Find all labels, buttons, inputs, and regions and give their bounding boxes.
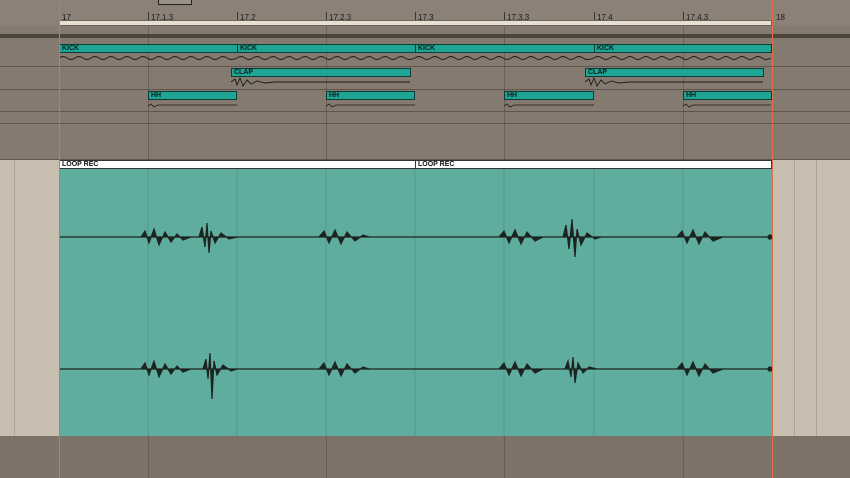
lane-divider (0, 89, 850, 90)
lane-divider (0, 123, 850, 124)
hh-waveform (148, 103, 771, 108)
grid-line (683, 436, 684, 478)
lane-divider (0, 111, 850, 112)
kick-clip[interactable]: KICK (237, 44, 416, 53)
grid-line (326, 436, 327, 478)
kick-waveform (59, 56, 772, 60)
track-separator (0, 34, 850, 38)
grid-line (504, 436, 505, 478)
loop-rec-clip[interactable]: LOOP REC (59, 160, 416, 169)
audio-waveform (59, 169, 772, 436)
loop-start-marker[interactable] (59, 0, 60, 478)
audio-waveform-display[interactable] (59, 169, 772, 436)
hh-clip[interactable]: HH (326, 91, 415, 100)
hh-clip[interactable]: HH (504, 91, 594, 100)
clap-waveform (231, 77, 763, 87)
lower-panel (0, 436, 850, 478)
kick-clip[interactable]: KICK (59, 44, 238, 53)
kick-clip[interactable]: KICK (415, 44, 595, 53)
lane-divider (0, 66, 850, 67)
clap-clip[interactable]: CLAP (585, 68, 764, 77)
scroll-handle[interactable] (158, 0, 192, 5)
clap-clip[interactable]: CLAP (231, 68, 411, 77)
ruler-label: 18 (776, 13, 785, 22)
hh-clip[interactable]: HH (683, 91, 772, 100)
grid-line (148, 436, 149, 478)
grid-line (816, 160, 817, 436)
arrangement-view: KICK KICK KICK KICK CLAP CLAP HH HH HH H… (0, 26, 850, 160)
kick-clip[interactable]: KICK (594, 44, 772, 53)
grid-line (14, 160, 15, 436)
hh-clip[interactable]: HH (148, 91, 237, 100)
grid-line (794, 160, 795, 436)
loop-end-marker[interactable] (772, 0, 773, 478)
loop-rec-clip[interactable]: LOOP REC (415, 160, 772, 169)
